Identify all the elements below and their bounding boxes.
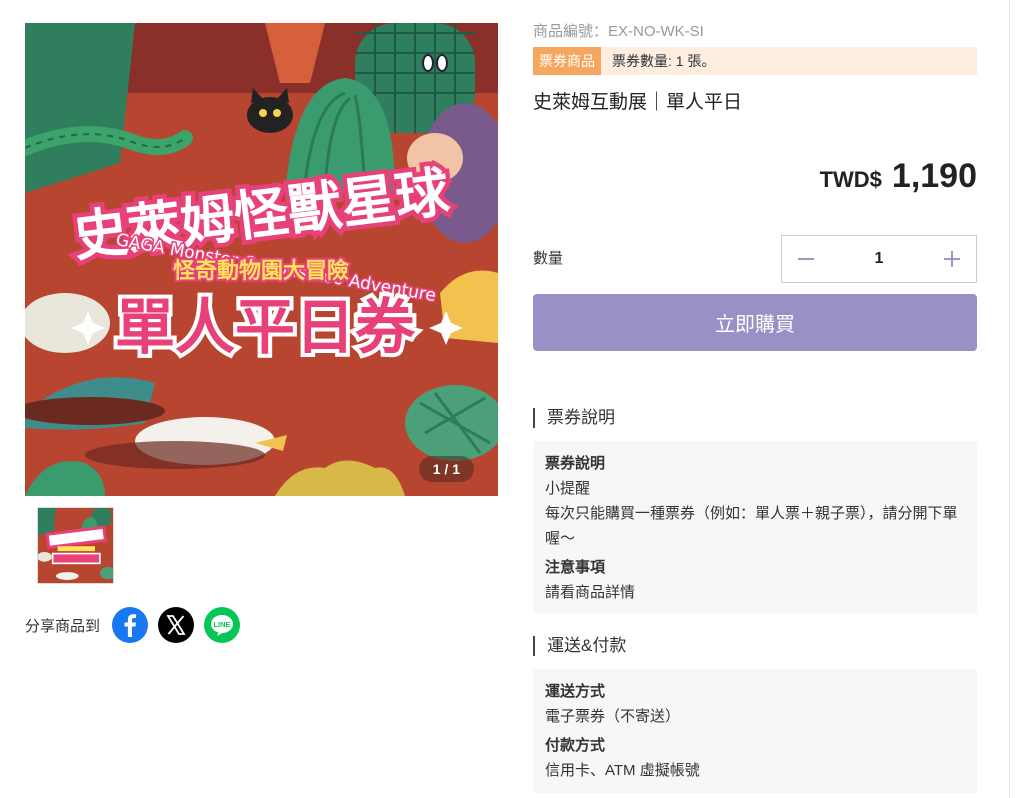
ticket-badge: 票券商品 <box>533 47 601 75</box>
ticket-info-line-2: 每次只能購買一種票券（例如：單人票＋親子票），請分開下單喔～ <box>545 505 958 547</box>
quantity-decrease-button[interactable] <box>782 236 830 282</box>
quantity-input[interactable] <box>847 249 911 269</box>
shipping-info-line-3: 信用卡、ATM 虛擬帳號 <box>545 762 700 779</box>
share-label: 分享商品到 <box>25 617 101 635</box>
page-divider <box>1009 0 1010 798</box>
product-sku: 商品編號：EX-NO-WK-SI <box>533 23 704 40</box>
ticket-count: 票券數量: 1 張。 <box>612 53 716 69</box>
price: TWD$ 1,190 <box>533 157 977 196</box>
product-main-image[interactable]: 史萊姆怪獸星球 GAGA Monster:Curious Zoo Adventu… <box>25 23 498 496</box>
shipping-info-line-0: 運送方式 <box>545 683 606 700</box>
banner-ticket-type: 單人平日券 <box>115 293 416 363</box>
ticket-section-heading: 票券說明 <box>533 408 991 428</box>
thumbnail-image <box>38 508 113 583</box>
shipping-info-box: 運送方式電子票券（不寄送） 付款方式信用卡、ATM 虛擬帳號 <box>533 669 977 793</box>
product-title: 史萊姆互動展｜單人平日 <box>533 92 743 113</box>
price-currency: TWD$ <box>819 167 882 192</box>
ticket-info-line-1: 小提醒 <box>545 480 591 497</box>
banner-artwork: 史萊姆怪獸星球 GAGA Monster:Curious Zoo Adventu… <box>25 23 498 496</box>
ticket-info-line-4: 請看商品詳情 <box>545 584 636 601</box>
ticket-info-box: 票券說明小提醒每次只能購買一種票券（例如：單人票＋親子票），請分開下單喔～ 注意事… <box>533 441 977 613</box>
ticket-info-bar: 票券商品 票券數量: 1 張。 <box>533 47 977 75</box>
line-icon: LINE <box>211 615 234 636</box>
banner-subtitle: 怪奇動物園大冒險 <box>173 258 349 284</box>
line-icon-text: LINE <box>213 620 230 629</box>
shipping-info-line-2: 付款方式 <box>545 737 606 754</box>
image-counter: 1 / 1 <box>418 456 474 482</box>
facebook-share-button[interactable] <box>112 607 149 643</box>
thumbnail-1[interactable] <box>37 507 114 584</box>
quantity-increase-button[interactable] <box>928 236 976 282</box>
minus-icon <box>798 258 814 260</box>
x-share-button[interactable] <box>158 607 195 643</box>
shipping-section-heading: 運送&付款 <box>533 636 991 656</box>
price-value: 1,190 <box>891 157 977 195</box>
facebook-icon <box>124 614 137 637</box>
share-bar: 分享商品到 LINE <box>25 607 250 643</box>
x-icon <box>166 615 186 635</box>
quantity-stepper <box>781 235 977 283</box>
shipping-info-line-1: 電子票券（不寄送） <box>545 708 681 725</box>
plus-icon <box>944 251 960 267</box>
ticket-info-line-3: 注意事項 <box>545 559 606 576</box>
line-share-button[interactable]: LINE <box>204 607 241 643</box>
buy-now-button[interactable]: 立即購買 <box>533 294 977 351</box>
ticket-info-line-0: 票券說明 <box>545 455 606 472</box>
